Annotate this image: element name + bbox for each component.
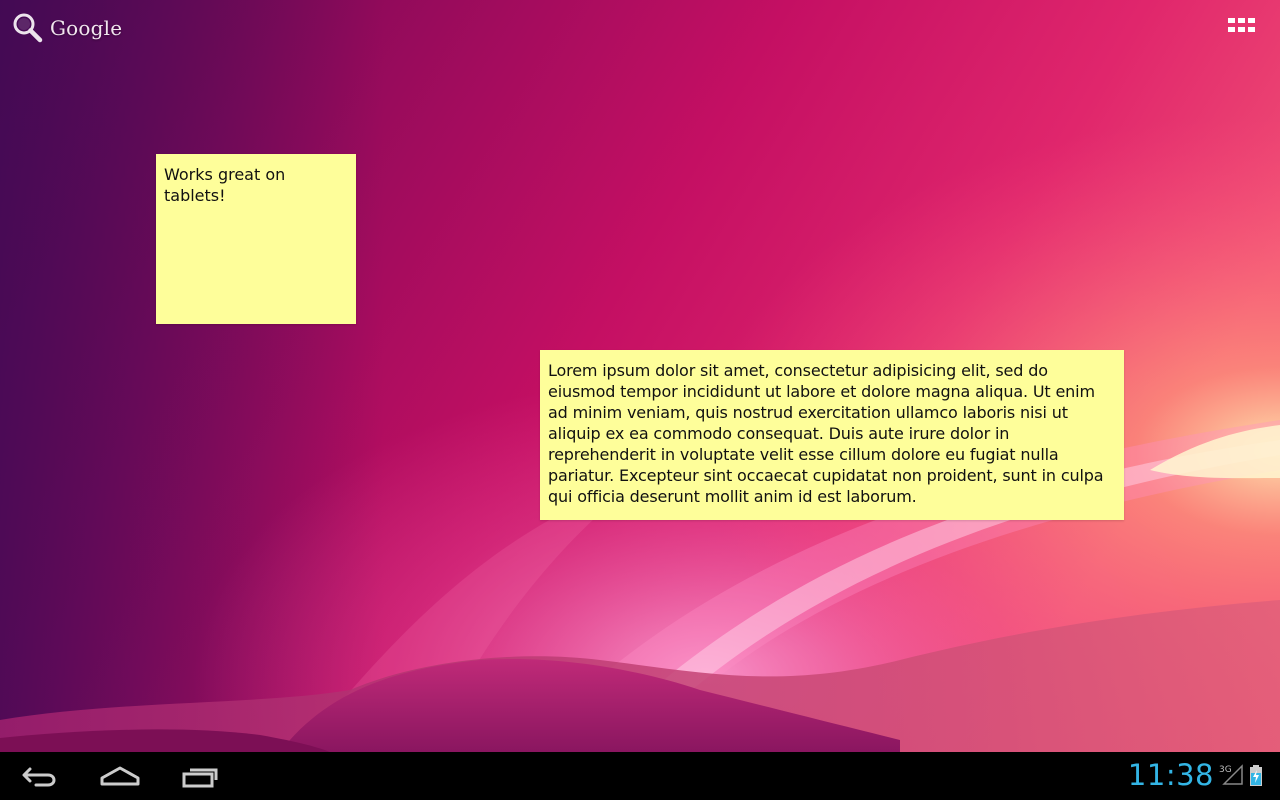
home-icon[interactable] [98,760,142,792]
app-drawer-grid-icon[interactable] [1228,18,1258,40]
google-search-widget[interactable]: Google [10,10,122,46]
system-navigation-bar: 11:38 [0,752,1280,800]
status-clock[interactable]: 11:38 [1128,758,1214,792]
recent-apps-icon[interactable] [178,760,222,792]
home-screen: Google Works great on tablets! Lorem ips… [0,0,1280,800]
google-search-label: Google [50,16,123,40]
sticky-note[interactable]: Works great on tablets! [156,154,356,324]
back-icon[interactable] [18,760,62,792]
sticky-note-text: Lorem ipsum dolor sit amet, consectetur … [548,361,1104,506]
signal-icon[interactable] [1222,764,1244,786]
magnifier-icon [13,13,43,43]
battery-charging-icon[interactable] [1249,765,1263,787]
sticky-note[interactable]: Lorem ipsum dolor sit amet, consectetur … [540,350,1124,520]
sticky-note-text: Works great on tablets! [164,165,286,205]
